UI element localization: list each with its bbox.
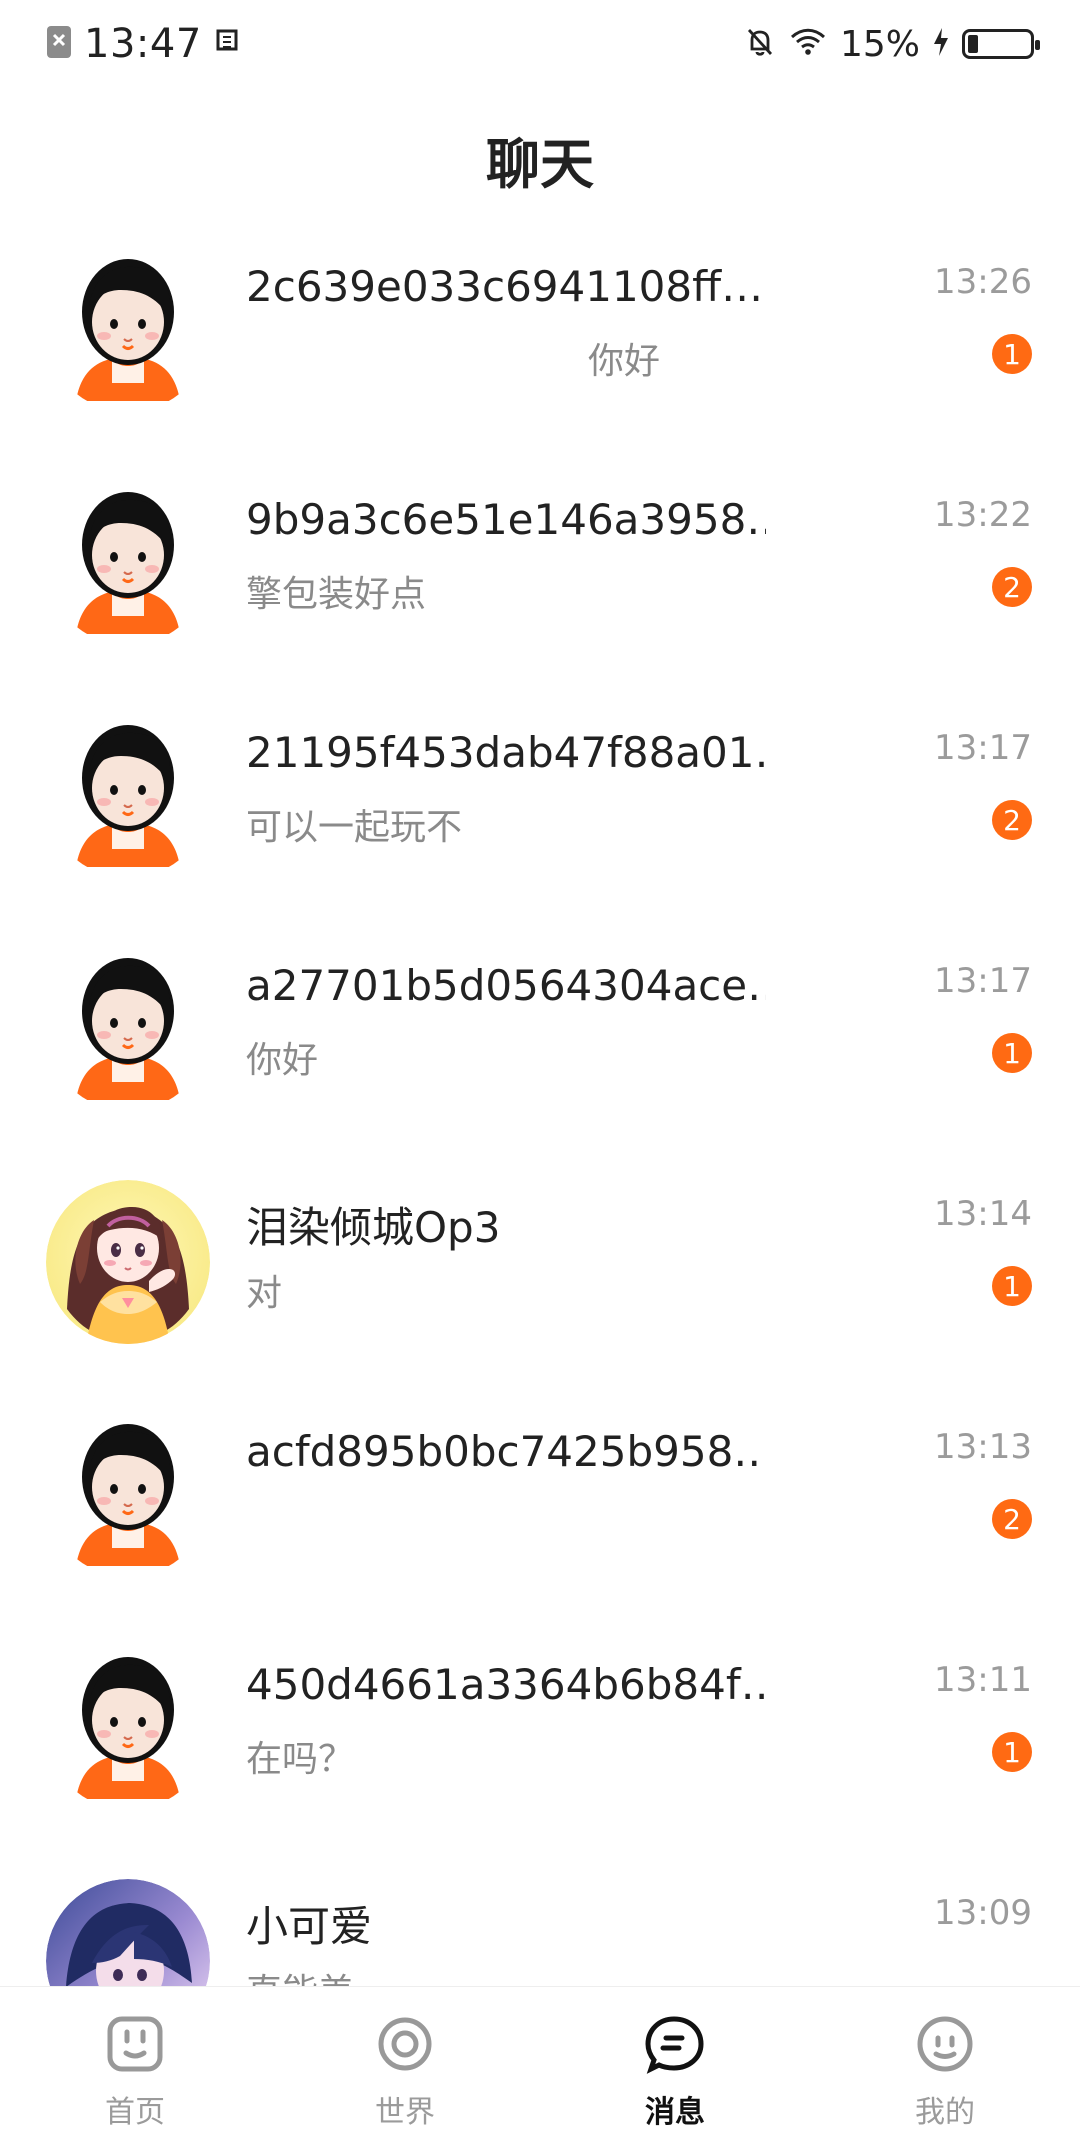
status-bar: 13:47 15% <box>0 0 1080 88</box>
wifi-icon <box>788 27 828 61</box>
battery-level-fill <box>968 35 978 53</box>
bottom-navigation: 首页 世界 消息 我的 <box>0 1986 1080 2154</box>
tab-profile[interactable]: 我的 <box>810 2011 1080 2131</box>
user-avatar[interactable] <box>46 714 210 878</box>
tab-world[interactable]: 世界 <box>270 2011 540 2131</box>
chat-time: 13:14 <box>934 1194 1032 1234</box>
chat-time: 13:11 <box>934 1660 1032 1700</box>
status-left: 13:47 <box>46 21 244 67</box>
unread-badge: 1 <box>992 1266 1032 1306</box>
home-icon <box>102 2011 168 2077</box>
tab-home-label: 首页 <box>105 2094 165 2130</box>
chat-list-item[interactable]: 9b9a3c6e51e146a3958… 擎包装好点 13:22 2 <box>0 443 1080 676</box>
page-title: 聊天 <box>486 133 594 196</box>
world-icon <box>372 2011 438 2077</box>
chat-preview: 在吗？ <box>246 1739 355 1780</box>
chat-name: 泪染倾城Op3 <box>246 1203 501 1252</box>
chat-list-item[interactable]: 2c639e033c6941108ff… 你好 13:26 1 <box>0 210 1080 443</box>
chat-name: a27701b5d0564304ace… <box>246 961 766 1010</box>
unread-badge: 2 <box>992 567 1032 607</box>
chat-name: acfd895b0bc7425b958… <box>246 1427 766 1476</box>
profile-icon <box>912 2011 978 2077</box>
user-avatar[interactable] <box>46 1879 210 1986</box>
tab-messages-label: 消息 <box>645 2094 705 2130</box>
chat-time: 13:22 <box>934 495 1032 535</box>
chat-time: 13:17 <box>934 728 1032 768</box>
user-avatar[interactable] <box>46 248 210 412</box>
chat-name: 450d4661a3364b6b84f… <box>246 1660 766 1709</box>
mute-bell-icon <box>744 25 776 63</box>
chat-name: 2c639e033c6941108ff… <box>246 262 764 311</box>
chat-preview: 擎包装好点 <box>246 574 427 615</box>
user-avatar[interactable] <box>46 947 210 1111</box>
status-time: 13:47 <box>84 21 202 67</box>
notification-icon <box>214 27 244 61</box>
unread-badge: 2 <box>992 1499 1032 1539</box>
chat-list-item[interactable]: a27701b5d0564304ace… 你好 13:17 1 <box>0 909 1080 1142</box>
chat-list-item[interactable]: 21195f453dab47f88a01… 可以一起玩不 13:17 2 <box>0 676 1080 909</box>
chat-preview: 可以一起玩不 <box>246 807 463 848</box>
chat-list-item[interactable]: 泪染倾城Op3 对 13:14 1 <box>0 1142 1080 1375</box>
chat-name: 21195f453dab47f88a01… <box>246 728 766 777</box>
app-root: 13:47 15% 聊天 2c639e033c6941108ff… 你好 13:… <box>0 0 1080 2154</box>
tab-home[interactable]: 首页 <box>0 2011 270 2131</box>
user-avatar[interactable] <box>46 481 210 645</box>
chat-preview: 直能美 <box>246 1963 766 1986</box>
chat-list-item[interactable]: 450d4661a3364b6b84f… 在吗？ 13:11 1 <box>0 1608 1080 1841</box>
chat-list-item[interactable]: acfd895b0bc7425b958… 13:13 2 <box>0 1375 1080 1608</box>
chat-time: 13:26 <box>934 262 1032 302</box>
chat-name: 小可爱 <box>246 1902 373 1951</box>
charging-icon <box>932 27 950 61</box>
tab-world-label: 世界 <box>375 2094 435 2130</box>
chat-time: 13:13 <box>934 1427 1032 1467</box>
user-avatar[interactable] <box>46 1413 210 1577</box>
tab-messages[interactable]: 消息 <box>540 2011 810 2131</box>
user-avatar[interactable] <box>46 1646 210 1810</box>
sim-card-icon <box>46 25 72 63</box>
unread-badge: 1 <box>992 1033 1032 1073</box>
tab-profile-label: 我的 <box>915 2094 975 2130</box>
user-avatar[interactable] <box>46 1180 210 1344</box>
unread-badge: 1 <box>992 334 1032 374</box>
chat-list-item[interactable]: 小可爱 直能美 13:09 <box>0 1841 1080 1986</box>
chat-time: 13:09 <box>934 1893 1032 1933</box>
chat-preview: 你好 <box>588 341 661 382</box>
battery-icon <box>962 29 1040 59</box>
unread-badge: 1 <box>992 1732 1032 1772</box>
status-right: 15% <box>744 23 1040 65</box>
chat-preview: 对 <box>246 1273 283 1314</box>
chat-preview: 你好 <box>246 1040 319 1081</box>
unread-badge: 2 <box>992 800 1032 840</box>
chat-time: 13:17 <box>934 961 1032 1001</box>
chat-name: 9b9a3c6e51e146a3958… <box>246 495 766 544</box>
battery-percentage: 15% <box>839 23 920 65</box>
chat-list[interactable]: 2c639e033c6941108ff… 你好 13:26 1 9b9a3c6e… <box>0 210 1080 1986</box>
message-icon <box>642 2011 708 2077</box>
